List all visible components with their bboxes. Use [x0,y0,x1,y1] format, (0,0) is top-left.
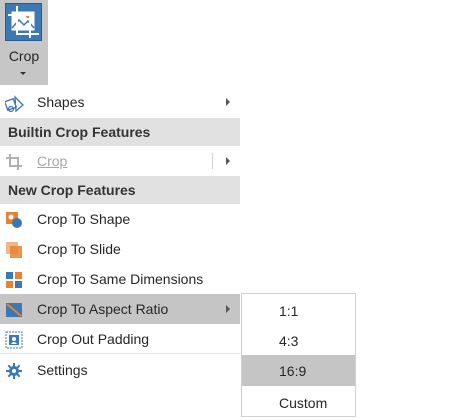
menu-item-crop-out-padding[interactable]: Crop Out Padding [0,324,240,354]
aspect-option-1-1[interactable]: 1:1 [242,295,355,326]
aspect-ratio-submenu: 1:1 4:3 16:9 Custom [241,293,356,417]
crop-to-shape-icon [5,211,23,229]
section-header-label: New Crop Features [8,182,136,198]
menu-item-crop-to-slide[interactable]: Crop To Slide [0,234,240,264]
chevron-right-icon [226,98,230,106]
menu-item-label: Shapes [37,94,85,110]
crop-ribbon-button[interactable]: Crop [0,0,48,85]
menu-item-crop-to-shape[interactable]: Crop To Shape [0,204,240,234]
crop-picture-icon [5,3,42,41]
menu-item-settings[interactable]: Settings [0,355,240,385]
menu-item-label: Crop Out Padding [37,331,150,347]
builtin-crop-header: Builtin Crop Features [0,118,240,146]
aspect-option-4-3[interactable]: 4:3 [242,325,355,356]
crop-dropdown-menu: Shapes Builtin Crop Features Crop New Cr… [0,87,240,387]
aspect-ratio-icon [5,301,23,319]
menu-item-builtin-crop[interactable]: Crop [0,146,240,176]
aspect-option-label: 4:3 [279,333,299,349]
menu-item-crop-same-dimensions[interactable]: Crop To Same Dimensions [0,264,240,294]
chevron-right-icon [226,305,230,313]
split-divider [212,153,213,169]
aspect-option-custom[interactable]: Custom [242,387,355,418]
menu-item-label: Settings [37,362,88,378]
crop-to-slide-icon [5,241,23,259]
aspect-option-label: 1:1 [279,303,299,319]
aspect-option-label: 16:9 [279,363,307,379]
gear-icon [5,362,23,380]
crop-icon [5,153,23,171]
caret-down-icon[interactable] [20,72,26,75]
same-dimensions-icon [5,271,23,289]
menu-item-shapes[interactable]: Shapes [0,87,240,117]
new-crop-header: New Crop Features [0,176,240,204]
aspect-option-label: Custom [279,395,328,411]
crop-ribbon-label: Crop [8,48,40,64]
menu-item-label: Crop [37,153,68,169]
shapes-icon [3,94,24,113]
aspect-option-16-9[interactable]: 16:9 [242,355,355,386]
menu-item-label: Crop To Slide [37,241,121,257]
chevron-right-icon[interactable] [226,157,230,165]
menu-item-label: Crop To Same Dimensions [37,271,204,287]
crop-padding-icon [5,331,23,349]
menu-item-crop-aspect-ratio[interactable]: Crop To Aspect Ratio [0,294,240,324]
menu-item-label: Crop To Aspect Ratio [37,301,169,317]
menu-divider [0,353,240,354]
menu-item-label: Crop To Shape [37,211,131,227]
section-header-label: Builtin Crop Features [8,124,151,140]
